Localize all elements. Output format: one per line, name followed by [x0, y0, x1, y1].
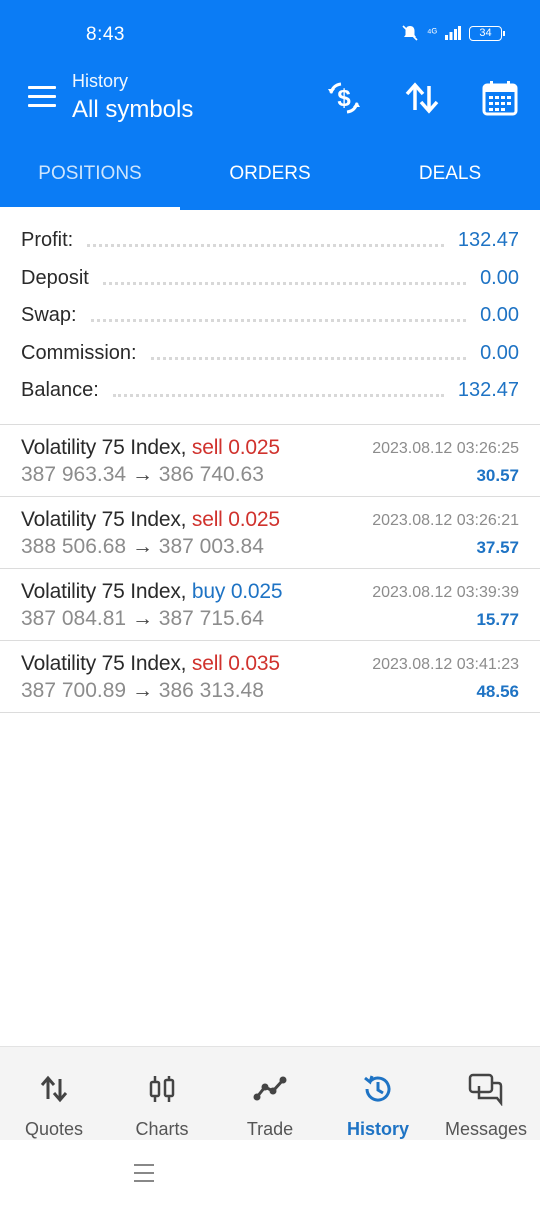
menu-icon[interactable]: [28, 86, 56, 108]
nav-quotes[interactable]: Quotes: [0, 1047, 108, 1140]
signal-bars-icon: [445, 26, 461, 40]
deal-time: 2023.08.12 03:39:39: [372, 584, 519, 601]
profit-value: 132.47: [457, 229, 519, 252]
deal-profit: 30.57: [476, 466, 519, 485]
deposit-label: Deposit: [21, 266, 89, 289]
trade-icon: [216, 1069, 324, 1109]
balance-value: 132.47: [457, 379, 519, 402]
nav-messages[interactable]: Messages: [432, 1047, 540, 1140]
swap-label: Swap:: [21, 304, 77, 327]
list-item[interactable]: Volatility 75 Index, buy 0.025 387 084.8…: [0, 569, 540, 641]
nav-label: Messages: [444, 1119, 528, 1139]
deal-open-price: 387 084.81: [21, 607, 127, 630]
deal-side: buy 0.025: [191, 580, 283, 603]
summary-panel: Profit: 132.47 Deposit 0.00 Swap: 0.00 C…: [0, 222, 540, 410]
quotes-icon: [0, 1069, 108, 1109]
summary-commission-row: Commission: 0.00: [0, 335, 540, 373]
list-item[interactable]: Volatility 75 Index, sell 0.035 387 700.…: [0, 641, 540, 713]
sort-icon[interactable]: [402, 78, 442, 118]
commission-label: Commission:: [21, 341, 137, 364]
tab-orders[interactable]: ORDERS: [180, 138, 360, 210]
page-title[interactable]: All symbols: [72, 96, 193, 124]
summary-swap-row: Swap: 0.00: [0, 297, 540, 335]
svg-text:$: $: [337, 85, 351, 112]
deal-symbol: Volatility 75 Index,: [21, 580, 187, 603]
list-item[interactable]: Volatility 75 Index, sell 0.025 388 506.…: [0, 497, 540, 569]
status-time: 8:43: [86, 24, 125, 45]
summary-profit-row: Profit: 132.47: [0, 222, 540, 260]
status-bar: 8:43 ⁴ᴳ 34: [0, 0, 540, 62]
deal-symbol: Volatility 75 Index,: [21, 652, 187, 675]
deal-time: 2023.08.12 03:26:25: [372, 440, 519, 457]
deal-time: 2023.08.12 03:26:21: [372, 512, 519, 529]
dot-leader: [90, 319, 467, 323]
signal-icon: ⁴ᴳ: [426, 27, 437, 39]
summary-deposit-row: Deposit 0.00: [0, 260, 540, 298]
page-subtitle: History: [72, 71, 129, 91]
deal-side: sell 0.025: [191, 436, 280, 459]
deal-side: sell 0.035: [191, 652, 280, 675]
balance-label: Balance:: [21, 379, 99, 402]
tab-bar: POSITIONS ORDERS DEALS: [0, 138, 540, 210]
deal-close-price: 387 715.64: [158, 607, 264, 630]
deal-close-price: 387 003.84: [158, 535, 264, 558]
summary-balance-row: Balance: 132.47: [0, 372, 540, 410]
deal-close-price: 386 313.48: [158, 679, 264, 702]
battery-icon: 34: [469, 25, 505, 41]
tab-positions[interactable]: POSITIONS: [0, 138, 180, 210]
status-icons: ⁴ᴳ 34: [401, 24, 505, 42]
profit-label: Profit:: [21, 229, 74, 252]
dot-leader: [87, 244, 444, 248]
system-nav-bar: [0, 1140, 540, 1206]
deal-open-price: 387 700.89: [21, 679, 127, 702]
nav-label: Trade: [246, 1119, 294, 1139]
nav-label: Quotes: [24, 1119, 84, 1139]
dot-leader: [150, 356, 467, 360]
dot-leader: [102, 281, 467, 285]
dollar-exchange-icon[interactable]: $: [324, 78, 364, 118]
nav-trade[interactable]: Trade: [216, 1047, 324, 1140]
recent-apps-icon[interactable]: [134, 1164, 154, 1188]
arrow-right-icon: →: [131, 535, 153, 558]
bottom-nav: Quotes Charts Trade History Messages: [0, 1046, 540, 1140]
arrow-right-icon: →: [131, 463, 153, 486]
swap-value: 0.00: [480, 304, 519, 327]
deal-close-price: 386 740.63: [158, 463, 264, 486]
nav-label: History: [346, 1119, 409, 1139]
mute-icon: [402, 25, 418, 41]
charts-icon: [108, 1069, 216, 1109]
divider: [0, 712, 540, 713]
deal-symbol: Volatility 75 Index,: [21, 436, 187, 459]
deal-profit: 48.56: [476, 682, 519, 701]
deal-open-price: 387 963.34: [21, 463, 127, 486]
history-icon: [324, 1069, 432, 1109]
deal-symbol: Volatility 75 Index,: [21, 508, 187, 531]
app-bar: History All symbols $: [0, 62, 540, 138]
arrow-right-icon: →: [131, 607, 153, 630]
deal-open-price: 388 506.68: [21, 535, 127, 558]
dot-leader: [112, 394, 444, 398]
list-item[interactable]: Volatility 75 Index, sell 0.025 387 963.…: [0, 425, 540, 497]
nav-charts[interactable]: Charts: [108, 1047, 216, 1140]
deal-time: 2023.08.12 03:41:23: [372, 656, 519, 673]
deal-side: sell 0.025: [191, 508, 280, 531]
nav-history[interactable]: History: [324, 1047, 432, 1140]
deposit-value: 0.00: [480, 266, 519, 289]
calendar-icon[interactable]: [480, 78, 520, 118]
tab-deals[interactable]: DEALS: [360, 138, 540, 210]
deal-profit: 15.77: [476, 610, 519, 629]
deal-profit: 37.57: [476, 538, 519, 557]
nav-label: Charts: [135, 1119, 189, 1139]
arrow-right-icon: →: [131, 679, 153, 702]
messages-icon: [432, 1069, 540, 1109]
commission-value: 0.00: [480, 341, 519, 364]
